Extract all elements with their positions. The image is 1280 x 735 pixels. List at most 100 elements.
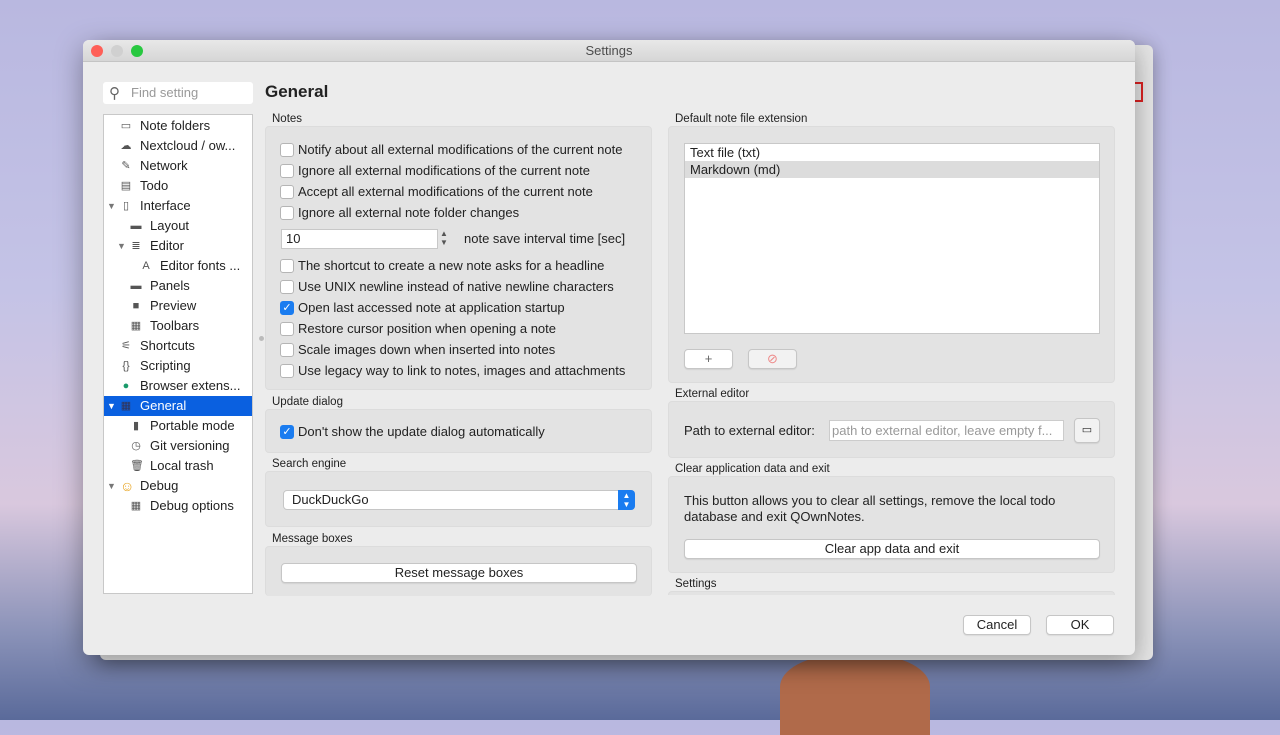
notes-checkbox[interactable] <box>280 322 294 336</box>
tree-item-nextcloud-ow[interactable]: ☁ Nextcloud / ow... <box>104 136 252 156</box>
trash-icon: 🗑 <box>130 460 144 472</box>
tree-item-git-versioning[interactable]: ◷ Git versioning <box>104 436 252 456</box>
braces-icon: {} <box>122 360 130 372</box>
extension-item-txt[interactable]: Text file (txt) <box>685 144 1099 161</box>
tree-item-note-folders[interactable]: ▭ Note folders <box>104 116 252 136</box>
notes-checkbox[interactable] <box>280 343 294 357</box>
tree-item-toolbars[interactable]: ▦ Toolbars <box>104 316 252 336</box>
tree-item-debug-options[interactable]: ▦ Debug options <box>104 496 252 516</box>
reset-message-boxes-button[interactable]: Reset message boxes <box>281 563 637 583</box>
tree-item-debug[interactable]: ▼ ☺ Debug <box>104 476 252 496</box>
window-title: Settings <box>585 43 633 58</box>
notes-checkbox-label: Use UNIX newline instead of native newli… <box>298 279 614 294</box>
tree-item-panels[interactable]: ▬ Panels <box>104 276 252 296</box>
list-icon: ▤ <box>120 180 132 192</box>
editor-icon: ≣ <box>131 240 141 252</box>
browse-editor-button[interactable]: ▭ <box>1074 418 1100 443</box>
disclosure-triangle-icon[interactable]: ▼ <box>107 396 116 416</box>
update-checkbox-label: Don't show the update dialog automatical… <box>298 424 545 439</box>
extension-item-md[interactable]: Markdown (md) <box>685 161 1099 178</box>
notes-checkbox[interactable] <box>280 280 294 294</box>
tree-item-portable-mode[interactable]: ▮ Portable mode <box>104 416 252 436</box>
tree-item-local-trash[interactable]: 🗑 Local trash <box>104 456 252 476</box>
notes-checkbox[interactable]: ✓ <box>280 301 294 315</box>
settings-window: Settings ⚲ Find setting ▭ Note folders ☁ Ne… <box>83 40 1135 655</box>
external-editor-group: Path to external editor: path to externa… <box>668 401 1115 458</box>
disclosure-triangle-icon[interactable]: ▼ <box>107 476 116 496</box>
ok-button[interactable]: OK <box>1046 615 1114 635</box>
notes-checkbox[interactable] <box>280 164 294 178</box>
font-icon: A <box>142 260 150 272</box>
interface-icon: ▯ <box>122 200 130 212</box>
notes-checkbox-label: Accept all external modifications of the… <box>298 184 593 199</box>
clear-group: This button allows you to clear all sett… <box>668 476 1115 573</box>
tree-item-browser-extens[interactable]: ● Browser extens... <box>104 376 252 396</box>
notes-checkbox[interactable] <box>280 259 294 273</box>
tree-item-interface[interactable]: ▼ ▯ Interface <box>104 196 252 216</box>
interval-input[interactable]: 10 <box>281 229 438 249</box>
tree-item-general[interactable]: ▼ ▦ General <box>104 396 252 416</box>
search-icon: ⚲ <box>109 85 120 102</box>
settings-group <box>668 591 1115 595</box>
smiley-icon: ☺ <box>120 478 135 494</box>
tree-item-preview[interactable]: ■ Preview <box>104 296 252 316</box>
tree-item-scripting[interactable]: {} Scripting <box>104 356 252 376</box>
notes-checkbox[interactable] <box>280 185 294 199</box>
notes-checkbox-label: Use legacy way to link to notes, images … <box>298 363 626 378</box>
preview-icon: ■ <box>132 300 140 312</box>
tree-item-label: Note folders <box>140 118 211 133</box>
external-editor-input[interactable]: path to external editor, leave empty f..… <box>829 420 1064 441</box>
globe-icon: ● <box>122 380 130 392</box>
splitter-handle[interactable] <box>259 336 264 341</box>
extension-list[interactable]: Text file (txt) Markdown (md) <box>684 143 1100 334</box>
update-checkbox[interactable]: ✓ <box>280 425 294 439</box>
tree-item-label: Scripting <box>140 358 191 373</box>
tree-item-editor[interactable]: ▼ ≣ Editor <box>104 236 252 256</box>
title-bar[interactable]: Settings <box>83 40 1135 62</box>
close-button[interactable] <box>91 45 103 57</box>
tree-item-layout[interactable]: ▬ Layout <box>104 216 252 236</box>
notes-checkbox-label: Notify about all external modifications … <box>298 142 623 157</box>
minimize-button[interactable] <box>111 45 123 57</box>
tree-item-label: General <box>140 398 187 413</box>
cancel-button[interactable]: Cancel <box>963 615 1031 635</box>
clock-icon: ◷ <box>131 440 141 452</box>
tree-item-label: Portable mode <box>150 418 235 433</box>
tree-item-label: Editor <box>150 238 184 253</box>
message-boxes-group-title: Message boxes <box>272 533 353 545</box>
settings-tree[interactable]: ▭ Note folders ☁ Nextcloud / ow... ✎ Network ▤… <box>103 114 253 594</box>
search-engine-group: DuckDuckGo ▲ ▼ <box>265 471 652 527</box>
zoom-button[interactable] <box>131 45 143 57</box>
notes-checkbox[interactable] <box>280 143 294 157</box>
disclosure-triangle-icon[interactable]: ▼ <box>117 236 126 256</box>
update-group-title: Update dialog <box>272 396 343 408</box>
tree-item-editor-fonts[interactable]: A Editor fonts ... <box>104 256 252 276</box>
disclosure-triangle-icon[interactable]: ▼ <box>107 196 116 216</box>
notes-checkbox-label: The shortcut to create a new note asks f… <box>298 258 605 273</box>
tree-item-label: Layout <box>150 218 190 233</box>
tree-item-label: Toolbars <box>150 318 200 333</box>
background-window-edge <box>1135 82 1143 102</box>
tree-item-todo[interactable]: ▤ Todo <box>104 176 252 196</box>
remove-extension-button[interactable]: ⊘ <box>748 349 797 369</box>
interval-stepper[interactable]: ▲ ▼ <box>440 229 448 247</box>
tree-item-label: Interface <box>140 198 191 213</box>
notes-checkbox[interactable] <box>280 206 294 220</box>
search-input[interactable]: ⚲ Find setting <box>103 82 253 104</box>
plus-icon: + <box>704 351 713 366</box>
chevron-updown-icon: ▲ ▼ <box>618 490 635 510</box>
tree-item-label: Network <box>140 158 188 173</box>
external-editor-label: Path to external editor: <box>684 423 815 438</box>
tree-item-shortcuts[interactable]: ⚟ Shortcuts <box>104 336 252 356</box>
remove-icon: ⊘ <box>767 351 778 366</box>
tree-item-label: Todo <box>140 178 169 193</box>
clear-app-data-button[interactable]: Clear app data and exit <box>684 539 1100 559</box>
general-icon: ▦ <box>120 400 132 412</box>
tree-item-network[interactable]: ✎ Network <box>104 156 252 176</box>
add-extension-button[interactable]: + <box>684 349 733 369</box>
tree-item-label: Debug options <box>150 498 234 513</box>
tree-item-label: Browser extens... <box>140 378 241 393</box>
search-engine-select[interactable]: DuckDuckGo ▲ ▼ <box>283 490 635 510</box>
notes-checkbox[interactable] <box>280 364 294 378</box>
layout-icon: ▬ <box>130 220 142 232</box>
